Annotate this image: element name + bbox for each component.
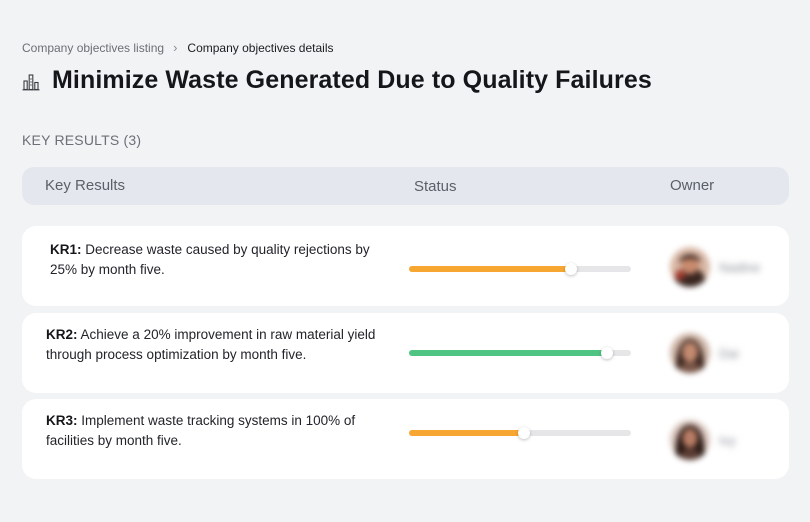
key-result-progress-bar[interactable] bbox=[409, 263, 631, 275]
progress-handle[interactable] bbox=[565, 263, 578, 275]
key-result-text: Implement waste tracking systems in 100%… bbox=[46, 413, 356, 448]
breadcrumb-current: Company objectives details bbox=[187, 40, 334, 55]
key-result-description: KR2: Achieve a 20% improvement in raw ma… bbox=[46, 325, 376, 365]
key-result-id: KR1: bbox=[50, 242, 82, 257]
breadcrumb-objectives-listing-link[interactable]: Company objectives listing bbox=[22, 41, 164, 55]
owner-name: Ivy bbox=[719, 432, 736, 448]
key-result-description: KR1: Decrease waste caused by quality re… bbox=[50, 240, 380, 280]
page-title: Minimize Waste Generated Due to Quality … bbox=[52, 66, 652, 94]
key-result-row[interactable]: KR3: Implement waste tracking systems in… bbox=[22, 399, 789, 479]
key-result-row[interactable]: KR2: Achieve a 20% improvement in raw ma… bbox=[22, 313, 789, 393]
progress-handle[interactable] bbox=[600, 347, 613, 359]
owner-name: Nadine bbox=[719, 259, 761, 275]
key-results-table-header: Key Results Status Owner bbox=[22, 167, 789, 205]
key-result-id: KR3: bbox=[46, 413, 78, 428]
column-header-status: Status bbox=[414, 178, 457, 195]
avatar bbox=[670, 333, 710, 373]
building-chart-icon bbox=[22, 71, 42, 91]
objective-details-page: Company objectives listing › Company obj… bbox=[0, 0, 810, 522]
key-result-progress-bar[interactable] bbox=[409, 347, 631, 359]
key-result-text: Achieve a 20% improvement in raw materia… bbox=[46, 327, 376, 362]
column-header-key-results: Key Results bbox=[45, 177, 126, 194]
key-results-count-label: KEY RESULTS (3) bbox=[22, 132, 142, 148]
avatar bbox=[670, 247, 710, 287]
key-result-text: Decrease waste caused by quality rejecti… bbox=[50, 242, 370, 277]
title-row: Minimize Waste Generated Due to Quality … bbox=[22, 66, 652, 95]
key-result-description: KR3: Implement waste tracking systems in… bbox=[46, 411, 376, 451]
progress-fill bbox=[409, 430, 525, 436]
progress-fill bbox=[409, 350, 607, 356]
breadcrumb: Company objectives listing › Company obj… bbox=[22, 40, 334, 55]
key-result-progress-bar[interactable] bbox=[409, 427, 631, 439]
key-result-id: KR2: bbox=[46, 327, 78, 342]
key-result-row[interactable]: KR1: Decrease waste caused by quality re… bbox=[22, 226, 789, 306]
owner-cell[interactable]: Ivy bbox=[670, 420, 736, 460]
owner-name: Dai bbox=[719, 345, 739, 361]
chevron-right-icon: › bbox=[173, 40, 178, 55]
owner-cell[interactable]: Dai bbox=[670, 333, 739, 373]
progress-handle[interactable] bbox=[518, 427, 531, 439]
avatar bbox=[670, 420, 710, 460]
owner-cell[interactable]: Nadine bbox=[670, 247, 760, 287]
column-header-owner: Owner bbox=[670, 177, 715, 194]
progress-fill bbox=[409, 266, 572, 272]
